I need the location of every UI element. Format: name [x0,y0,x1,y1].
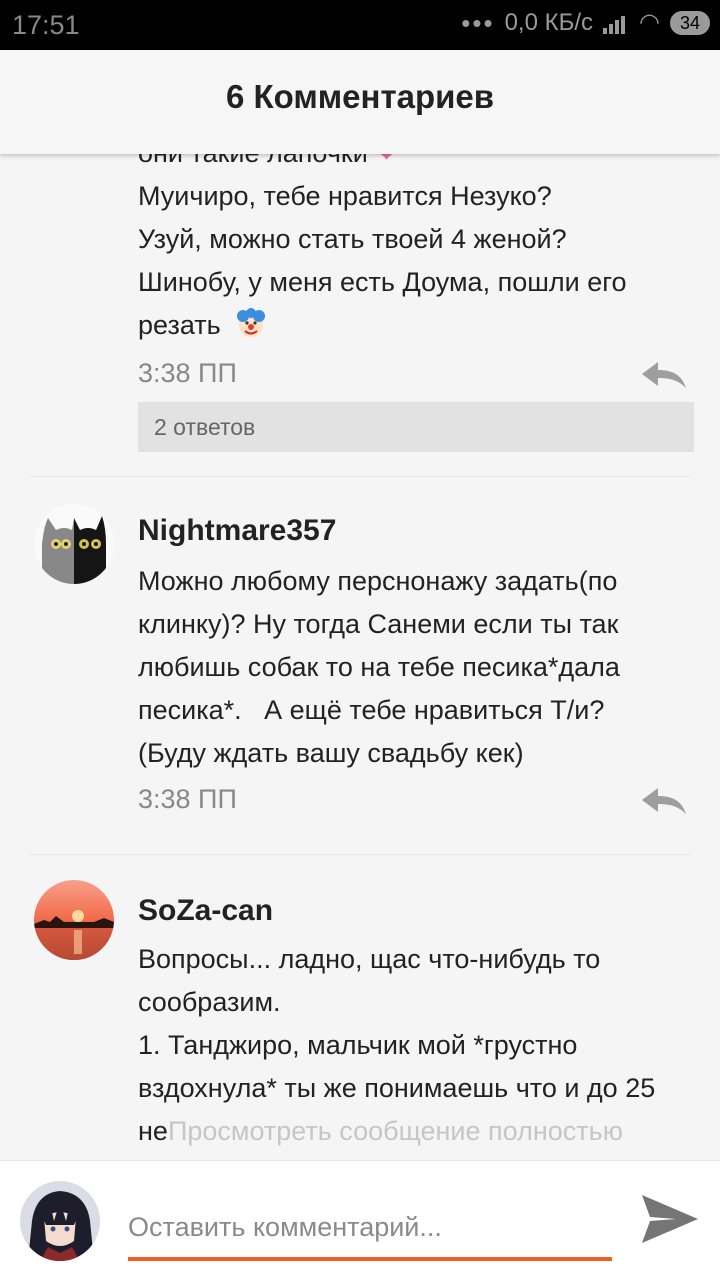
comment-line: вздохнула* ты же понимаешь что и до 25 [138,1073,656,1103]
sunset-avatar-image [34,880,114,960]
show-replies-button[interactable]: 2 ответов [138,402,694,452]
comment-text: они такие лапочки ❤ Муичиро, тебе нравит… [138,132,698,347]
comment-line: Можно любому перснонажу задать(по [138,566,618,596]
comments-list[interactable]: они такие лапочки ❤ Муичиро, тебе нравит… [0,104,720,1160]
status-bar: 17:51 ••• 0,0 КБ/с ◠ 34 [0,0,720,50]
comment-line: Шинобу, у меня есть Доума, пошли его [138,267,627,297]
page-title: 6 Комментариев [225,78,495,115]
comment-line: неПросмотреть сообщение полностью [138,1116,623,1146]
network-speed: 0,0 КБ/с [504,8,594,36]
more-dots-icon: ••• [461,7,495,38]
comment-line: (Буду ждать вашу свадьбу кек) [138,738,524,768]
comment-composer [0,1160,720,1281]
battery-icon: 34 [669,10,710,35]
status-right: ••• 0,0 КБ/с ◠ 34 [461,8,710,37]
wifi-icon: ◠ [639,9,660,36]
comment-text: Можно любому перснонажу задать(по клинку… [138,560,698,775]
comments-header: 6 Комментариев [0,50,720,154]
comment-line: Муичиро, тебе нравится Незуко? [138,181,552,211]
comment-line: песика*. А ещё тебе нравиться Т/и? [138,695,605,725]
avatar[interactable] [34,504,114,584]
comment-line: любишь собак то на тебе песика*дала [138,652,620,682]
cats-avatar-image [34,504,114,584]
clown-emoji [237,308,266,337]
reply-icon[interactable] [640,786,688,816]
comment-time: 3:38 ПП [138,784,237,814]
comment-line: 1. Танджиро, мальчик мой *грустно [138,1030,578,1060]
comment-line: Вопросы... ладно, щас что-нибудь то [138,944,601,974]
comment-author[interactable]: SoZa-can [138,894,273,928]
status-time: 17:51 [12,10,80,40]
avatar[interactable] [34,880,114,960]
signal-icon [603,12,629,34]
comment-text: Вопросы... ладно, щас что-нибудь то сооб… [138,938,698,1153]
send-icon[interactable] [640,1191,700,1247]
user-avatar[interactable] [20,1181,100,1261]
comment-line: резать [138,304,698,347]
reply-icon[interactable] [640,360,688,390]
comment-line: Узуй, можно стать твоей 4 женой? [138,224,567,254]
comment-time: 3:38 ПП [138,358,237,388]
show-full-message-link[interactable]: Просмотреть сообщение полностью [168,1116,623,1146]
comment-input[interactable] [128,1197,612,1261]
divider [30,854,690,855]
comment-author[interactable]: Nightmare357 [138,514,336,548]
divider [30,476,690,477]
comment-line: клинку)? Ну тогда Санеми если ты так [138,609,619,639]
comment-line: сообразим. [138,987,281,1017]
anime-avatar-image [20,1181,100,1261]
